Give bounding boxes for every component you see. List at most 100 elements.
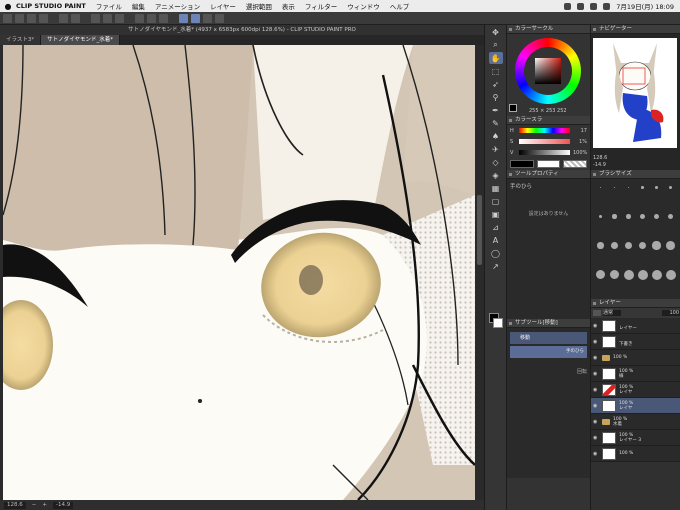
saturation-slider[interactable] [519, 139, 570, 144]
line-correction-icon[interactable]: ↗ [489, 260, 503, 272]
eye-icon[interactable]: ◉ [593, 323, 599, 329]
brush-size-preset[interactable] [622, 269, 635, 280]
eye-icon[interactable]: ◉ [593, 339, 599, 345]
eye-icon[interactable]: ◉ [593, 419, 599, 425]
deselect-icon[interactable] [135, 13, 144, 23]
navigator-preview[interactable] [593, 38, 677, 148]
hue-ring[interactable] [515, 38, 581, 104]
menu-selection[interactable]: 選択範囲 [246, 1, 272, 11]
brush-size-preset[interactable] [594, 182, 607, 193]
brush-size-preset[interactable] [608, 211, 621, 222]
slider-value[interactable]: 100% [573, 150, 587, 156]
layer-row[interactable]: ◉ 100 % [591, 350, 680, 366]
color-slot-black[interactable] [510, 160, 534, 168]
color-wheel-header[interactable]: カラーサークル [507, 25, 590, 34]
brush-size-preset[interactable] [650, 211, 663, 222]
zoom-field[interactable]: 128.6 [4, 501, 26, 509]
open-icon[interactable] [27, 13, 36, 23]
select-icon[interactable]: ⬚ [489, 65, 503, 77]
brush-size-preset[interactable] [664, 211, 677, 222]
undo-icon[interactable] [59, 13, 68, 23]
slider-value[interactable]: 1% [573, 139, 587, 145]
sub-color-swatch[interactable] [493, 318, 503, 328]
text-icon[interactable]: A [489, 234, 503, 246]
layer-row[interactable]: ◉ 100 % 線 [591, 366, 680, 382]
snap-special-ruler-icon[interactable] [191, 13, 200, 23]
brush-size-preset[interactable] [622, 240, 635, 251]
new-icon[interactable] [15, 13, 24, 23]
layer-header[interactable]: レイヤー [591, 299, 680, 308]
folder-icon[interactable] [602, 354, 610, 361]
hue-slider[interactable] [519, 128, 570, 133]
value-slider[interactable] [519, 150, 570, 155]
eyedropper-icon[interactable]: ⚲ [489, 91, 503, 103]
menu-file[interactable]: ファイル [96, 1, 122, 11]
gradient-icon[interactable]: ▦ [489, 182, 503, 194]
menu-window[interactable]: ウィンドウ [347, 1, 380, 11]
ruler-icon[interactable]: ⊿ [489, 221, 503, 233]
menu-animation[interactable]: アニメーション [155, 1, 200, 11]
color-slot-transparent[interactable] [563, 160, 588, 168]
brush-size-preset[interactable] [636, 240, 649, 251]
brush-size-preset[interactable] [636, 269, 649, 280]
eye-icon[interactable]: ◉ [593, 355, 599, 361]
layer-row[interactable]: ◉ 100 % [591, 446, 680, 462]
fill-icon[interactable] [103, 13, 112, 23]
lasso-icon[interactable]: ➶ [489, 78, 503, 90]
eraser-icon[interactable]: ◇ [489, 156, 503, 168]
brush-size-preset[interactable] [650, 182, 663, 193]
color-slot-white[interactable] [536, 160, 561, 168]
pen-icon[interactable]: ✒ [489, 104, 503, 116]
crop-icon[interactable] [159, 13, 168, 23]
navigator-zoom[interactable]: 128.6 [593, 155, 607, 161]
scroll-thumb[interactable] [477, 195, 482, 265]
brush-size-preset[interactable] [608, 240, 621, 251]
menu-view[interactable]: 表示 [282, 1, 295, 11]
menu-layer[interactable]: レイヤー [210, 1, 236, 11]
hand-icon[interactable]: ✋ [488, 52, 503, 64]
menu-filter[interactable]: フィルター [305, 1, 337, 11]
invert-icon[interactable] [147, 13, 156, 23]
sub-tool-rotate[interactable]: 回転 [510, 368, 587, 375]
current-color-swatch[interactable] [509, 104, 517, 112]
app-icon[interactable] [3, 13, 12, 23]
brush-size-preset[interactable] [622, 211, 635, 222]
eye-icon[interactable]: ◉ [593, 403, 599, 409]
navigator-header[interactable]: ナビゲーター [591, 25, 680, 34]
eye-icon[interactable]: ◉ [593, 435, 599, 441]
layer-row[interactable]: ◉ 100 % レイヤ [591, 398, 680, 414]
status-icon[interactable] [577, 2, 585, 10]
eye-icon[interactable]: ◉ [593, 371, 599, 377]
pencil-icon[interactable]: ✎ [489, 117, 503, 129]
layer-property-icon[interactable] [593, 310, 601, 316]
blend-mode-select[interactable]: 通常 [603, 310, 621, 316]
brush-size-preset[interactable] [608, 269, 621, 280]
brush-size-preset[interactable] [594, 269, 607, 280]
balloon-icon[interactable]: ◯ [489, 247, 503, 259]
status-icon[interactable] [564, 2, 572, 10]
menu-help[interactable]: ヘルプ [390, 1, 410, 11]
angle-field[interactable]: -14.9 [52, 501, 74, 509]
sub-tool-move[interactable]: 移動 [510, 332, 587, 344]
transform-icon[interactable] [115, 13, 124, 23]
snap-grid-icon[interactable] [203, 13, 212, 23]
brush-size-preset[interactable] [594, 211, 607, 222]
app-menu[interactable]: CLIP STUDIO PAINT [16, 2, 86, 10]
tab-satono-diamond[interactable]: サトノダイヤモンド_水着* [41, 35, 120, 45]
brush-size-preset[interactable] [650, 240, 663, 251]
brush-size-preset[interactable] [608, 182, 621, 193]
save-icon[interactable] [39, 13, 48, 23]
folder-icon[interactable] [602, 418, 610, 425]
brush-size-preset[interactable] [664, 240, 677, 251]
figure-icon[interactable]: ▢ [489, 195, 503, 207]
layer-row[interactable]: ◉ 下書き [591, 334, 680, 350]
settings-icon[interactable] [215, 13, 224, 23]
eye-icon[interactable]: ◉ [593, 451, 599, 457]
airbrush-icon[interactable]: ✈ [489, 143, 503, 155]
zoom-icon[interactable]: ⌕ [489, 39, 503, 51]
wifi-icon[interactable] [590, 2, 598, 10]
move-icon[interactable]: ✥ [489, 26, 503, 38]
layer-row[interactable]: ◉ 100 % レイヤ [591, 382, 680, 398]
brush-size-preset[interactable] [636, 211, 649, 222]
brush-size-preset[interactable] [650, 269, 663, 280]
